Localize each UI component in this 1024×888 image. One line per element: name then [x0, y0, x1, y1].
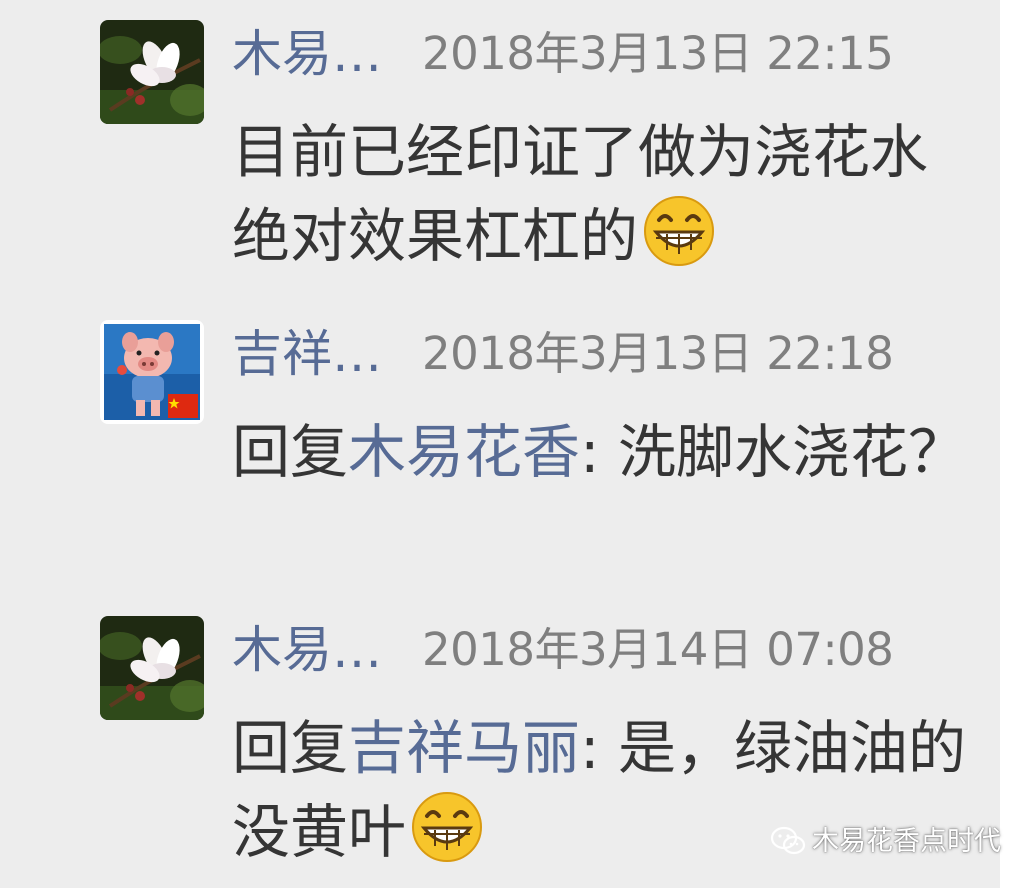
reply-prefix: 回复 — [232, 714, 349, 782]
avatar[interactable] — [100, 20, 204, 124]
avatar[interactable] — [100, 616, 204, 720]
grin-emoji-icon — [412, 792, 483, 862]
flower-avatar-icon — [100, 616, 204, 720]
comment-time: 2018年3月14日 07:08 — [422, 623, 894, 676]
comment-item: 木易… 2018年3月13日 22:15 目前已经印证了做为浇花水绝对效果杠杠的 — [100, 20, 980, 290]
reply-prefix: 回复 — [232, 418, 349, 486]
comment-content: 目前已经印证了做为浇花水绝对效果杠杠的 — [232, 110, 972, 278]
comment-nickname[interactable]: 木易… — [232, 24, 382, 84]
comment-nickname[interactable]: 木易… — [232, 620, 382, 680]
comment-nickname[interactable]: 吉祥… — [232, 324, 382, 384]
flower-avatar-icon — [100, 20, 204, 124]
wechat-icon — [770, 826, 806, 855]
reply-target-name[interactable]: 木易花香 — [348, 418, 580, 486]
comment-list: 木易… 2018年3月13日 22:15 目前已经印证了做为浇花水绝对效果杠杠的 — [0, 0, 1000, 888]
comment-time: 2018年3月13日 22:18 — [422, 327, 894, 380]
comment-item: 吉祥… 2018年3月13日 22:18 回复木易花香: 洗脚水浇花？ — [100, 320, 980, 590]
avatar[interactable] — [100, 320, 204, 424]
reply-target-name[interactable]: 吉祥马丽 — [348, 714, 580, 782]
grin-emoji-icon — [644, 196, 715, 266]
comment-text: 目前已经印证了做为浇花水绝对效果杠杠的 — [232, 118, 929, 270]
watermark-text: 木易花香点时代 — [812, 826, 1001, 857]
pig-avatar-icon — [100, 320, 204, 424]
comment-content: 回复木易花香: 洗脚水浇花？ — [232, 410, 972, 494]
comment-time: 2018年3月13日 22:15 — [422, 27, 894, 80]
comment-text: : 洗脚水浇花？ — [580, 418, 967, 486]
watermark: 木易花香点时代 — [770, 822, 1001, 862]
